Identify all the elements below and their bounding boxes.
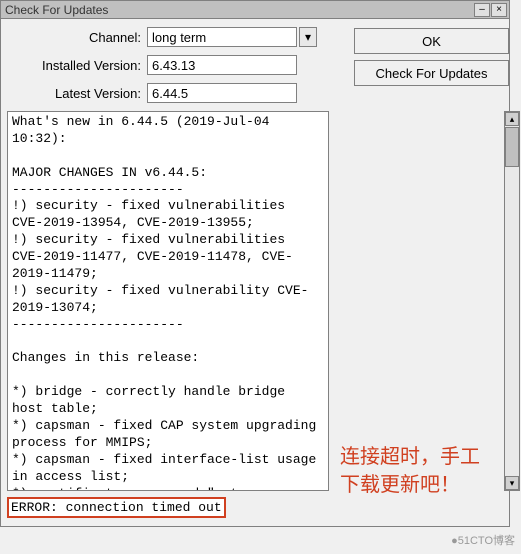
- action-buttons: OK Check For Updates: [354, 28, 509, 86]
- titlebar: Check For Updates – ×: [1, 1, 509, 19]
- annotation-line1: 连接超时，手工: [340, 443, 480, 471]
- annotation-line2: 下载更新吧！: [340, 471, 480, 499]
- ok-button[interactable]: OK: [354, 28, 509, 54]
- changelog-textarea[interactable]: What's new in 6.44.5 (2019-Jul-04 10:32)…: [7, 111, 329, 491]
- latest-label: Latest Version:: [7, 86, 147, 101]
- latest-row: Latest Version:: [7, 83, 503, 103]
- annotation-text: 连接超时，手工 下载更新吧！: [340, 443, 480, 499]
- close-icon: ×: [496, 4, 502, 15]
- chevron-down-icon: ▾: [305, 30, 311, 44]
- error-message: ERROR: connection timed out: [7, 497, 226, 518]
- minimize-button[interactable]: –: [474, 3, 490, 17]
- channel-input[interactable]: [147, 27, 297, 47]
- minimize-icon: –: [479, 4, 485, 15]
- installed-label: Installed Version:: [7, 58, 147, 73]
- changelog-container: What's new in 6.44.5 (2019-Jul-04 10:32)…: [7, 111, 503, 491]
- titlebar-buttons: – ×: [474, 3, 507, 17]
- channel-dropdown-button[interactable]: ▾: [299, 27, 317, 47]
- scrollbar[interactable]: ▴ ▾: [504, 111, 520, 491]
- close-button[interactable]: ×: [491, 3, 507, 17]
- check-updates-button[interactable]: Check For Updates: [354, 60, 509, 86]
- scroll-up-button[interactable]: ▴: [505, 112, 519, 126]
- latest-version-field: [147, 83, 297, 103]
- watermark: ●51CTO博客: [451, 532, 515, 548]
- scroll-down-button[interactable]: ▾: [505, 476, 519, 490]
- installed-version-field: [147, 55, 297, 75]
- window-title: Check For Updates: [3, 3, 108, 17]
- scroll-thumb[interactable]: [505, 127, 519, 167]
- channel-label: Channel:: [7, 30, 147, 45]
- channel-dropdown[interactable]: ▾: [147, 27, 317, 47]
